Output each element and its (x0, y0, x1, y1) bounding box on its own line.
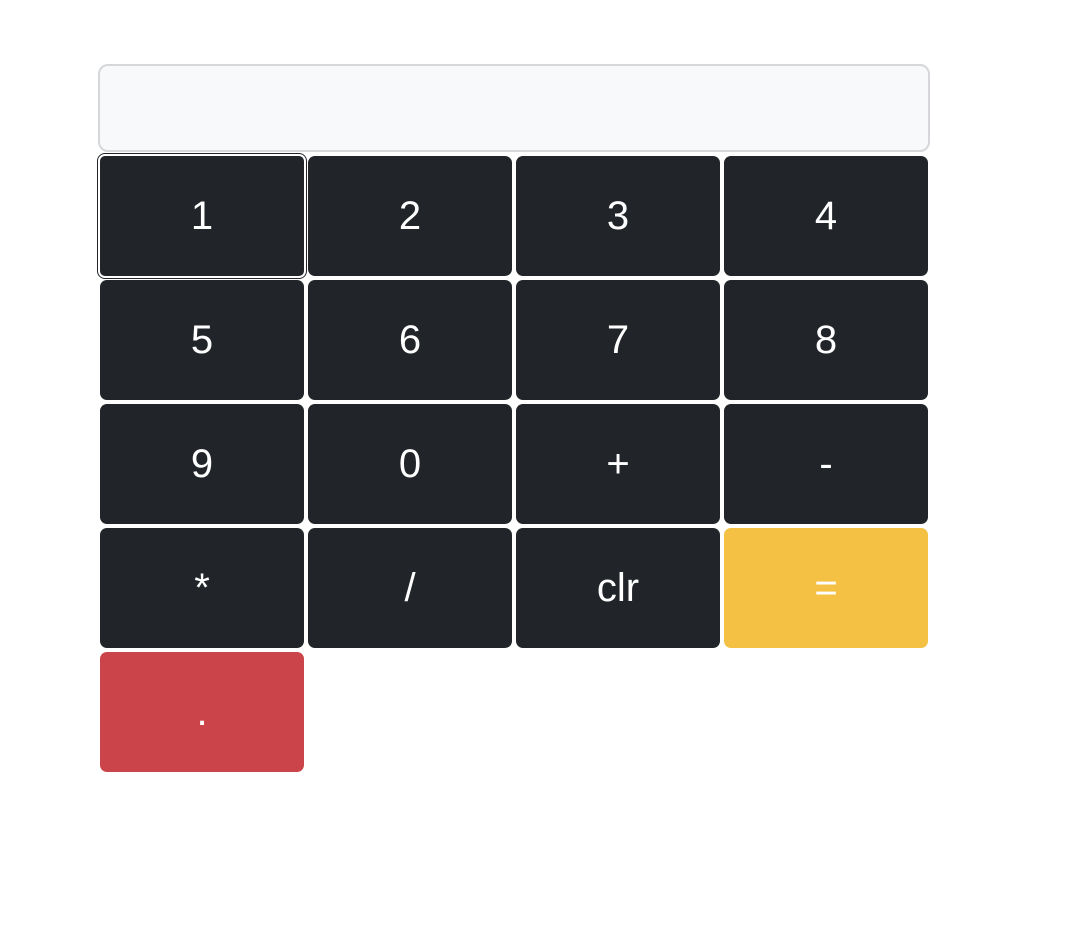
key-7-button[interactable]: 7 (516, 280, 720, 400)
key-2-button[interactable]: 2 (308, 156, 512, 276)
add-button[interactable]: + (516, 404, 720, 524)
subtract-button[interactable]: - (724, 404, 928, 524)
equals-button[interactable]: = (724, 528, 928, 648)
clear-button[interactable]: clr (516, 528, 720, 648)
key-5-button[interactable]: 5 (100, 280, 304, 400)
multiply-button[interactable]: * (100, 528, 304, 648)
key-4-button[interactable]: 4 (724, 156, 928, 276)
display-input[interactable] (98, 64, 930, 152)
decimal-button[interactable]: . (100, 652, 304, 772)
key-6-button[interactable]: 6 (308, 280, 512, 400)
key-8-button[interactable]: 8 (724, 280, 928, 400)
divide-button[interactable]: / (308, 528, 512, 648)
key-0-button[interactable]: 0 (308, 404, 512, 524)
calculator: 1 2 3 4 5 6 7 8 9 0 + - * / clr = . (97, 64, 930, 772)
key-1-button[interactable]: 1 (97, 153, 307, 279)
key-3-button[interactable]: 3 (516, 156, 720, 276)
key-9-button[interactable]: 9 (100, 404, 304, 524)
